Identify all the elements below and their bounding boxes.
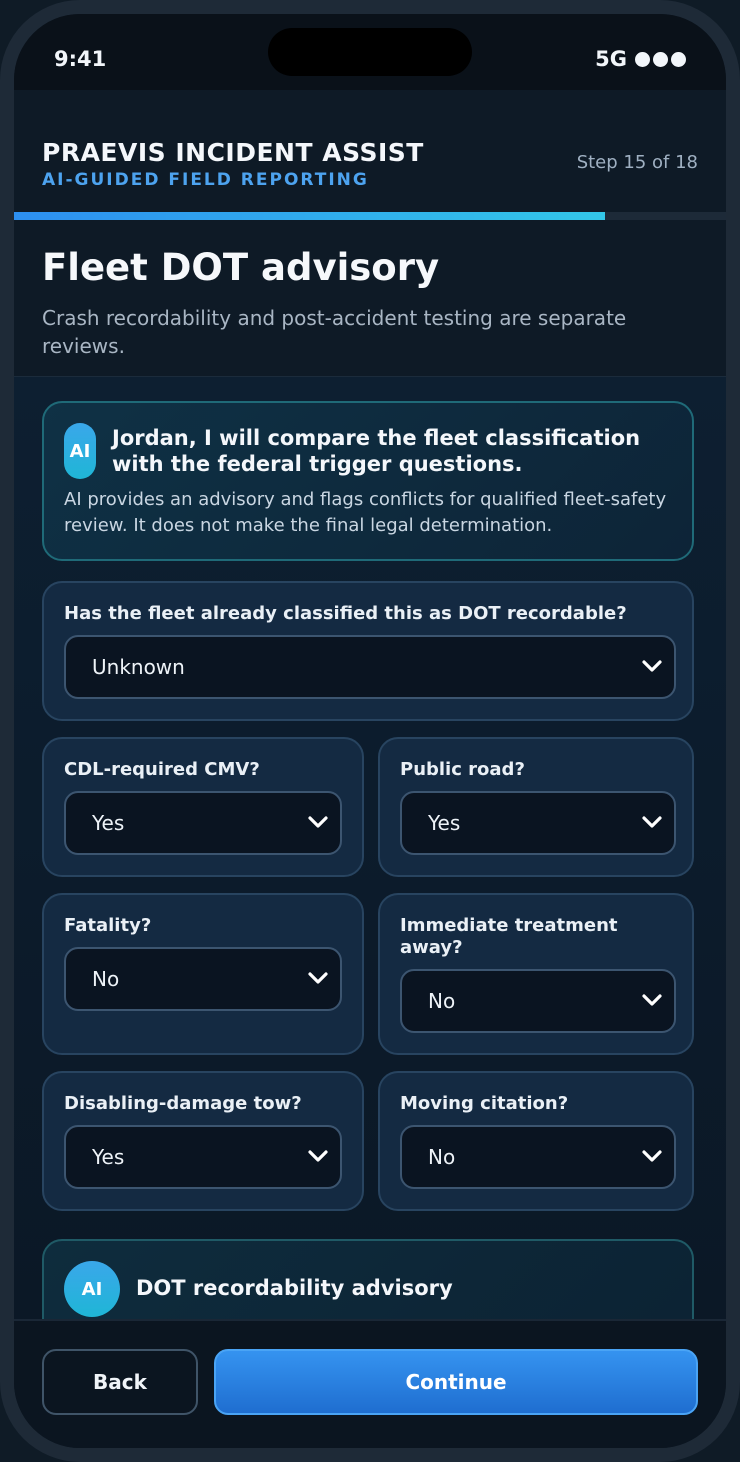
question-label: Has the fleet already classified this as… (64, 603, 627, 624)
back-button[interactable]: Back (42, 1349, 198, 1415)
disabling-tow-select[interactable]: Yes (64, 1125, 342, 1189)
chevron-down-icon (308, 972, 328, 984)
select-value: Yes (92, 1145, 125, 1169)
status-time: 9:41 (54, 47, 107, 71)
select-value: Unknown (92, 655, 185, 679)
chevron-down-icon (642, 816, 662, 828)
question-fleet-classified: Has the fleet already classified this as… (42, 581, 694, 721)
select-value: No (92, 967, 120, 991)
select-value: Yes (92, 811, 125, 835)
chevron-down-icon (642, 994, 662, 1006)
network-label: 5G (595, 47, 627, 71)
status-bar: 9:41 5G (14, 14, 726, 90)
select-value: No (428, 989, 456, 1013)
phone-frame: 9:41 5G PRAEVIS INCIDENT ASSIST AI-GUIDE… (0, 0, 740, 1462)
app-header: PRAEVIS INCIDENT ASSIST AI-GUIDED FIELD … (14, 90, 726, 212)
continue-button[interactable]: Continue (214, 1349, 698, 1415)
chevron-down-icon (308, 1150, 328, 1162)
fatality-select[interactable]: No (64, 947, 342, 1011)
question-cdl-cmv: CDL-required CMV? Yes (42, 737, 364, 877)
ai-badge-icon: AI (64, 423, 96, 479)
advisory-title: DOT recordability advisory (136, 1276, 453, 1300)
question-disabling-tow: Disabling-damage tow? Yes (42, 1071, 364, 1211)
question-label: Moving citation? (400, 1093, 569, 1114)
page-title: Fleet DOT advisory (42, 246, 440, 289)
dynamic-island (268, 28, 472, 76)
question-label: Fatality? (64, 915, 152, 936)
fleet-classified-select[interactable]: Unknown (64, 635, 676, 699)
signal-dots-icon (635, 51, 686, 67)
ai-intro-body: AI provides an advisory and flags confli… (64, 489, 667, 536)
question-label: Public road? (400, 759, 525, 780)
signal-indicator: 5G (595, 47, 686, 71)
chevron-down-icon (642, 1150, 662, 1162)
footer-actions: Back Continue (14, 1319, 726, 1448)
question-fatality: Fatality? No (42, 893, 364, 1055)
question-label: CDL-required CMV? (64, 759, 260, 780)
progress-bar (14, 212, 726, 220)
ai-badge-icon: AI (64, 1261, 120, 1317)
title-section: Fleet DOT advisory Crash recordability a… (14, 220, 726, 377)
question-treatment-away: Immediate treatment away? No (378, 893, 694, 1055)
question-label: Immediate treatment away? (400, 915, 618, 958)
chevron-down-icon (642, 660, 662, 672)
question-public-road: Public road? Yes (378, 737, 694, 877)
dot-advisory-card: AI DOT recordability advisory (42, 1239, 694, 1319)
moving-citation-select[interactable]: No (400, 1125, 676, 1189)
treatment-away-select[interactable]: No (400, 969, 676, 1033)
screen: 9:41 5G PRAEVIS INCIDENT ASSIST AI-GUIDE… (14, 14, 726, 1448)
progress-fill (14, 212, 605, 220)
cdl-cmv-select[interactable]: Yes (64, 791, 342, 855)
ai-intro-card: AI Jordan, I will compare the fleet clas… (42, 401, 694, 561)
page-description: Crash recordability and post-accident te… (42, 306, 627, 358)
app-title: PRAEVIS INCIDENT ASSIST (42, 138, 424, 167)
question-label: Disabling-damage tow? (64, 1093, 302, 1114)
scroll-content[interactable]: AI Jordan, I will compare the fleet clas… (14, 377, 726, 1319)
question-moving-citation: Moving citation? No (378, 1071, 694, 1211)
chevron-down-icon (308, 816, 328, 828)
app-subtitle: AI-GUIDED FIELD REPORTING (42, 170, 369, 190)
step-indicator: Step 15 of 18 (576, 152, 698, 173)
select-value: Yes (428, 811, 461, 835)
ai-intro-headline: Jordan, I will compare the fleet classif… (112, 426, 641, 476)
select-value: No (428, 1145, 456, 1169)
public-road-select[interactable]: Yes (400, 791, 676, 855)
